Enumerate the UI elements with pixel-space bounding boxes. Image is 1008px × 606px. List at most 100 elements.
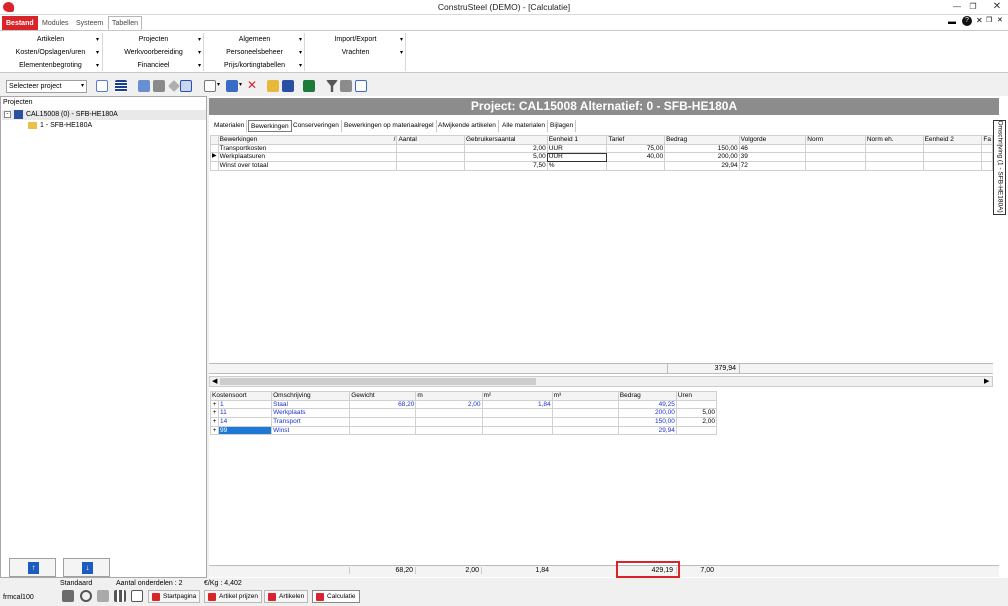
cell[interactable] [805, 161, 866, 171]
printer-icon[interactable] [340, 80, 352, 92]
restore-icon[interactable]: ❐ [966, 1, 980, 13]
cell[interactable]: 40,00 [606, 152, 666, 163]
cell[interactable] [551, 408, 619, 419]
cell[interactable] [922, 143, 983, 154]
tab-tabellen[interactable]: Tabellen [108, 16, 143, 30]
cell[interactable]: 99 [218, 425, 273, 436]
col-gebruikersaantal[interactable]: Gebruikersaantal [464, 135, 548, 145]
expand-icon[interactable]: + [209, 399, 220, 410]
expand-icon[interactable]: + [209, 425, 220, 436]
mdi-restore-icon[interactable]: ❐ [986, 16, 992, 24]
edit-dropdown-icon[interactable]: ▾ [239, 81, 242, 88]
col-eenheid2[interactable]: Eenheid 2 [922, 135, 983, 145]
horizontal-scrollbar[interactable]: ◀ ▶ [209, 376, 993, 387]
tab-artikel-prijzen[interactable]: Artikel prijzen [204, 590, 263, 603]
cell[interactable]: Transport [271, 417, 351, 427]
col-m2[interactable]: m² [481, 391, 553, 401]
scroll-left-icon[interactable]: ◀ [212, 377, 217, 385]
cell[interactable] [396, 161, 465, 171]
help-icon[interactable]: ? [962, 16, 972, 26]
col-m[interactable]: m [415, 391, 483, 401]
cell[interactable] [606, 161, 666, 171]
cell[interactable] [415, 417, 483, 427]
ribbon-vrachten[interactable]: Vrachten ▾ [308, 47, 403, 59]
tab-systeem[interactable]: Systeem [72, 16, 107, 30]
grid-icon[interactable] [114, 590, 126, 602]
cell[interactable] [805, 152, 866, 163]
cell[interactable]: 150,00 [617, 417, 677, 427]
expand-icon[interactable]: + [209, 408, 220, 419]
table-row[interactable]: + 14 Transport 150,00 2,00 [209, 417, 718, 427]
tab-artikelen-bottom[interactable]: Artikelen [264, 590, 309, 603]
cell[interactable]: 1,84 [481, 399, 553, 410]
cell[interactable]: 49,25 [617, 399, 677, 410]
cell[interactable]: 68,20 [349, 399, 417, 410]
scroll-thumb[interactable] [220, 378, 536, 385]
cell[interactable] [349, 408, 417, 419]
tree-icon[interactable] [96, 80, 108, 92]
cell[interactable] [551, 425, 619, 436]
cell[interactable] [981, 143, 993, 154]
delete-icon[interactable]: ✕ [247, 78, 257, 92]
new-icon[interactable] [204, 80, 216, 92]
ribbon-projecten[interactable]: Projecten ▾ [106, 34, 201, 46]
tab-bestand[interactable]: Bestand [2, 16, 38, 30]
tab-modules[interactable]: Modules [38, 16, 72, 30]
cell[interactable] [864, 152, 924, 163]
cell[interactable] [481, 417, 553, 427]
excel-icon[interactable] [303, 80, 315, 92]
cell[interactable] [675, 425, 718, 436]
tab-bewerkingen[interactable]: Bewerkingen [248, 120, 292, 132]
report-icon[interactable] [355, 80, 367, 92]
expand-icon[interactable]: + [209, 417, 220, 427]
project-select[interactable]: Selecteer project ▾ [6, 80, 87, 93]
cell[interactable]: 46 [738, 143, 807, 154]
list-icon[interactable] [115, 80, 127, 92]
cell[interactable]: 39 [738, 152, 807, 163]
collapse-icon[interactable]: - [4, 111, 11, 118]
table-row[interactable]: + 1 Staal 68,20 2,00 1,84 49,25 [209, 399, 718, 410]
cell[interactable] [415, 425, 483, 436]
table-row[interactable]: Transportkosten 2,00 UUR 75,00 150,00 46 [210, 143, 993, 154]
tab-calculatie[interactable]: Calculatie [312, 590, 360, 603]
omschrijving-side-tab[interactable]: Omschrijving (1 - SFB-HE180A) [993, 120, 1006, 215]
tree-child-row[interactable]: 1 - SFB-HE180A [2, 121, 206, 131]
tab-startpagina[interactable]: Startpagina [148, 590, 201, 603]
cell[interactable]: 11 [218, 408, 273, 419]
cell[interactable]: 5,00 [464, 152, 548, 163]
cell[interactable]: Winst over totaal [217, 161, 398, 171]
cell[interactable]: 29,94 [664, 161, 740, 171]
ribbon-import-export[interactable]: Import/Export ▾ [308, 34, 403, 46]
cell[interactable]: Werkplaatsuren [217, 152, 398, 163]
mdi-minimize-icon[interactable]: ▬ [948, 17, 956, 26]
open-folder-icon[interactable] [267, 80, 279, 92]
new-dropdown-icon[interactable]: ▾ [217, 81, 220, 88]
col-omschrijving[interactable]: Omschrijving [271, 391, 351, 401]
cell[interactable]: 2,00 [464, 143, 548, 154]
ribbon-personeelsbeheer[interactable]: Personeelsbeheer ▾ [207, 47, 302, 59]
tab-conserveringen[interactable]: Conserveringen [291, 120, 342, 132]
cell[interactable]: 72 [738, 161, 807, 171]
move-down-button[interactable]: ↓ [63, 558, 110, 577]
cell[interactable]: 200,00 [664, 152, 740, 163]
cell[interactable] [922, 161, 983, 171]
cell[interactable] [349, 417, 417, 427]
table-row[interactable]: + 99 Winst 29,94 [209, 425, 718, 436]
table-row[interactable]: ▶ Werkplaatsuren 5,00 UUR 40,00 200,00 3… [210, 152, 993, 163]
col-volgorde[interactable]: Volgorde [738, 135, 807, 145]
cell[interactable]: 150,00 [664, 143, 740, 154]
document-icon[interactable] [138, 80, 150, 92]
minimize-icon[interactable]: — [950, 1, 964, 13]
attach-icon[interactable] [97, 590, 109, 602]
cell[interactable]: 1 [218, 399, 273, 410]
cell[interactable]: 7,50 [464, 161, 548, 171]
col-eenheid1[interactable]: Eenheid 1 [546, 135, 608, 145]
cell[interactable] [981, 161, 993, 171]
col-bedrag[interactable]: Bedrag [617, 391, 677, 401]
cell[interactable] [981, 152, 993, 163]
cell[interactable] [396, 143, 465, 154]
col-tarief[interactable]: Tarief [606, 135, 666, 145]
tree-root-row[interactable]: - CAL15008 (0) - SFB-HE180A [2, 110, 206, 120]
cell[interactable]: 200,00 [617, 408, 677, 419]
cell[interactable]: 29,94 [617, 425, 677, 436]
